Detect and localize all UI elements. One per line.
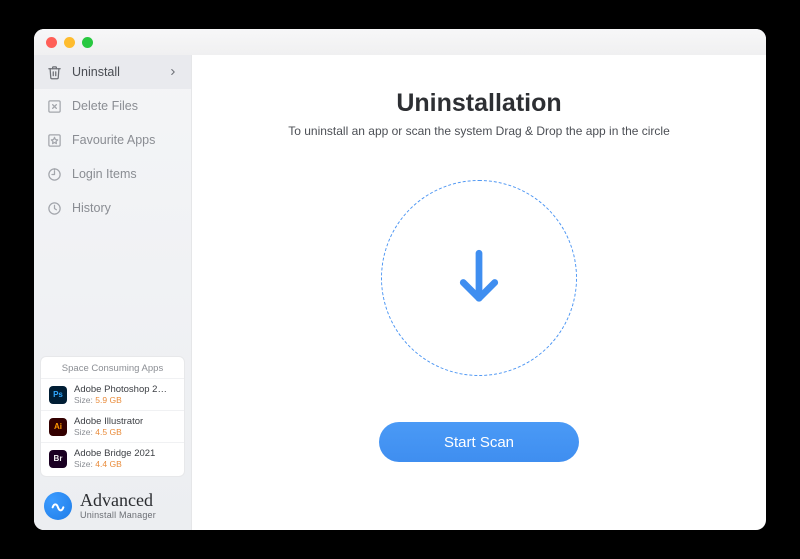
page-subtitle: To uninstall an app or scan the system D… xyxy=(288,124,670,138)
brand-logo-icon xyxy=(44,492,72,520)
trash-icon xyxy=(46,64,62,80)
sidebar-item-label: Login Items xyxy=(72,167,137,181)
main-panel: Uninstallation To uninstall an app or sc… xyxy=(192,55,766,530)
sidebar-item-login-items[interactable]: Login Items xyxy=(34,157,191,191)
history-icon xyxy=(46,200,62,216)
app-size: Size: 4.5 GB xyxy=(74,427,143,437)
sidebar-item-delete-files[interactable]: Delete Files xyxy=(34,89,191,123)
space-app-row[interactable]: Br Adobe Bridge 2021 Size: 4.4 GB xyxy=(41,442,184,474)
app-name: Adobe Photoshop 2… xyxy=(74,384,167,395)
sidebar-item-label: Favourite Apps xyxy=(72,133,155,147)
page-title: Uninstallation xyxy=(396,89,561,118)
brand-subtitle: Uninstall Manager xyxy=(80,511,156,520)
space-card-title: Space Consuming Apps xyxy=(41,363,184,378)
minimize-window-button[interactable] xyxy=(64,37,75,48)
arrow-down-icon xyxy=(452,246,506,310)
window-body: Uninstall Delete Files Favourite Apps xyxy=(34,55,766,530)
app-name: Adobe Bridge 2021 xyxy=(74,448,155,459)
sidebar-nav: Uninstall Delete Files Favourite Apps xyxy=(34,55,191,225)
app-size: Size: 4.4 GB xyxy=(74,459,155,469)
space-app-row[interactable]: Ai Adobe Illustrator Size: 4.5 GB xyxy=(41,410,184,442)
sidebar: Uninstall Delete Files Favourite Apps xyxy=(34,55,192,530)
sidebar-item-history[interactable]: History xyxy=(34,191,191,225)
brand-title: Advanced xyxy=(80,491,156,509)
login-items-icon xyxy=(46,166,62,182)
sidebar-item-favourite-apps[interactable]: Favourite Apps xyxy=(34,123,191,157)
drop-target-circle[interactable] xyxy=(381,180,577,376)
start-scan-button[interactable]: Start Scan xyxy=(379,422,579,462)
delete-files-icon xyxy=(46,98,62,114)
app-icon-illustrator: Ai xyxy=(49,418,67,436)
app-icon-photoshop: Ps xyxy=(49,386,67,404)
app-size: Size: 5.9 GB xyxy=(74,395,167,405)
space-consuming-apps-card: Space Consuming Apps Ps Adobe Photoshop … xyxy=(40,356,185,477)
close-window-button[interactable] xyxy=(46,37,57,48)
fullscreen-window-button[interactable] xyxy=(82,37,93,48)
sidebar-spacer xyxy=(34,225,191,350)
sidebar-item-label: Delete Files xyxy=(72,99,138,113)
sidebar-item-label: History xyxy=(72,201,111,215)
brand-footer: Advanced Uninstall Manager xyxy=(34,483,191,530)
app-window: Uninstall Delete Files Favourite Apps xyxy=(34,29,766,530)
sidebar-item-label: Uninstall xyxy=(72,65,120,79)
space-app-row[interactable]: Ps Adobe Photoshop 2… Size: 5.9 GB xyxy=(41,378,184,410)
sidebar-item-uninstall[interactable]: Uninstall xyxy=(34,55,191,89)
app-icon-bridge: Br xyxy=(49,450,67,468)
chevron-right-icon xyxy=(167,66,179,78)
favourite-icon xyxy=(46,132,62,148)
app-name: Adobe Illustrator xyxy=(74,416,143,427)
titlebar xyxy=(34,29,766,55)
